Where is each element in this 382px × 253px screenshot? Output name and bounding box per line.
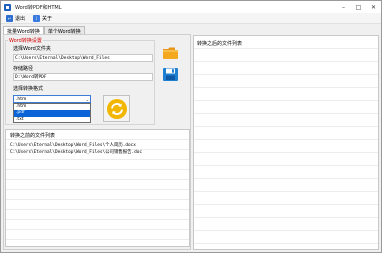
- chevron-down-icon: ⌄: [85, 97, 89, 102]
- list-item[interactable]: C:\Users\Eternal\Desktop\Word_Files\个人简历…: [10, 142, 136, 148]
- minimize-icon[interactable]: –: [336, 1, 351, 13]
- format-dropdown-list: .htm .pdf .txt: [13, 103, 91, 123]
- source-folder-input[interactable]: C:\Users\Eternal\Desktop\Word_Files: [13, 54, 153, 62]
- source-folder-label: 选择Word文件夹: [13, 46, 51, 52]
- exit-icon: ↩: [6, 14, 13, 22]
- list-item[interactable]: C:\Users\Eternal\Desktop\Word_Files\公司销售…: [10, 149, 142, 155]
- menu-item-about[interactable]: i 关于: [31, 14, 54, 22]
- convert-button[interactable]: [103, 95, 130, 122]
- browse-folder-icon[interactable]: [162, 46, 179, 60]
- refresh-icon: [106, 98, 127, 119]
- save-disk-icon[interactable]: [162, 67, 179, 82]
- format-select[interactable]: .htm ⌄: [13, 95, 91, 103]
- menu-item-exit[interactable]: ↩ 退出: [4, 14, 27, 22]
- before-list-header: 转换之前的文件列表: [10, 133, 56, 139]
- window-controls: – □ ✕: [336, 1, 381, 13]
- close-icon[interactable]: ✕: [366, 1, 381, 13]
- menu-bar: ↩ 退出 i 关于: [1, 13, 381, 24]
- save-path-input[interactable]: D:\Word转PDF: [13, 73, 153, 81]
- app-icon: [4, 3, 11, 11]
- settings-group-title: Word转换设置: [8, 37, 43, 44]
- maximize-icon[interactable]: □: [351, 1, 366, 13]
- title-bar: Word转PDF和HTML – □ ✕: [1, 1, 381, 13]
- format-label: 选择转换格式: [13, 86, 44, 92]
- after-list-header: 转换之后的文件列表: [197, 41, 243, 47]
- app-window: Word转PDF和HTML – □ ✕ ↩ 退出 i 关于 批量Word转换 单…: [0, 0, 382, 253]
- before-file-list[interactable]: 转换之前的文件列表 C:\Users\Eternal\Desktop\Word_…: [5, 129, 190, 247]
- after-file-list[interactable]: 转换之后的文件列表: [193, 35, 379, 250]
- save-path-label: 存储路径: [13, 66, 34, 72]
- format-select-value: .htm: [16, 97, 27, 102]
- info-icon: i: [33, 14, 41, 22]
- menu-item-about-label: 关于: [42, 15, 53, 22]
- menu-item-exit-label: 退出: [15, 15, 26, 22]
- format-option-txt[interactable]: .txt: [14, 117, 90, 123]
- window-title: Word转PDF和HTML: [15, 4, 62, 11]
